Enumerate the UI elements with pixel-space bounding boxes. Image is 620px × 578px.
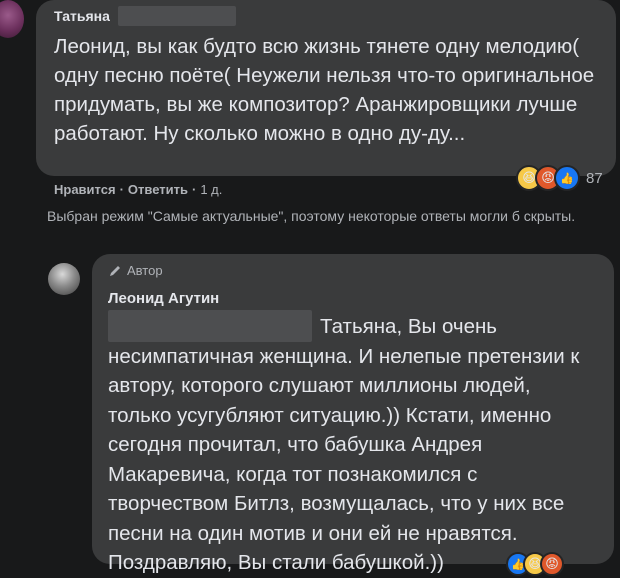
comment-author[interactable]: Татьяна xyxy=(54,8,110,24)
timestamp-link[interactable]: 1 д. xyxy=(200,182,222,197)
reply-reactions[interactable]: 👍 😆 😡 xyxy=(506,552,564,576)
comment-actions: Нравится · Ответить · 1 д. xyxy=(54,182,222,197)
redacted-name xyxy=(118,6,236,26)
avatar[interactable] xyxy=(0,0,24,38)
like-link[interactable]: Нравится xyxy=(54,182,116,197)
separator: · xyxy=(119,182,124,197)
reaction-count: 87 xyxy=(586,169,603,187)
comment-text: Леонид, вы как будто всю жизнь тянете од… xyxy=(54,35,595,145)
reply-link[interactable]: Ответить xyxy=(128,182,188,197)
angry-reaction-icon: 😡 xyxy=(540,552,564,576)
like-reaction-icon: 👍 xyxy=(554,165,580,191)
reply-author[interactable]: Леонид Агутин xyxy=(108,290,219,307)
author-badge: Автор xyxy=(108,263,163,278)
reply-text: Татьяна, Вы очень несимпатичная женщина.… xyxy=(108,312,598,578)
filter-notice: Выбран режим "Самые актуальные", поэтому… xyxy=(47,208,576,224)
reactions-summary[interactable]: 😆 😡 👍 87 xyxy=(516,165,603,191)
reply-text-body: Татьяна, Вы очень несимпатичная женщина.… xyxy=(108,315,580,574)
author-badge-label: Автор xyxy=(127,263,163,278)
avatar[interactable] xyxy=(48,263,80,295)
pencil-icon xyxy=(110,265,120,276)
separator: · xyxy=(191,182,197,197)
